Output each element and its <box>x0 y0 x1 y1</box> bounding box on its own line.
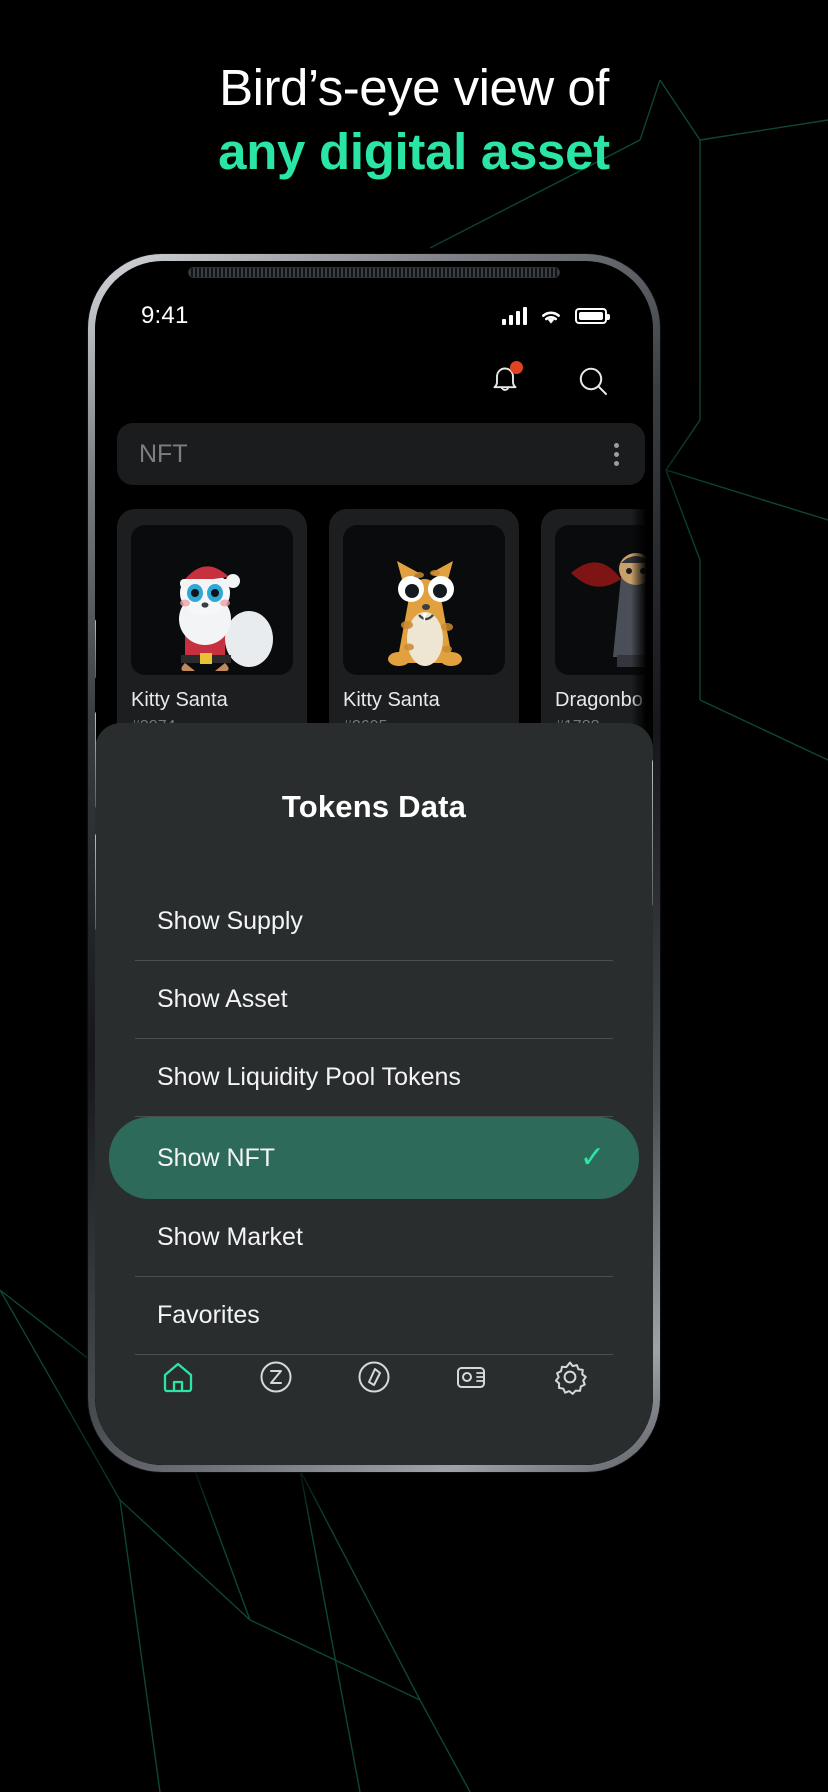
wifi-icon <box>542 310 560 324</box>
menu-row: Show Market <box>95 1199 653 1277</box>
menu-item-show-liquidity-pool-tokens[interactable]: Show Liquidity Pool Tokens <box>95 1039 653 1116</box>
notifications-button[interactable] <box>485 361 525 401</box>
nft-card-title: Kitty Santa <box>343 689 440 711</box>
swap-icon <box>260 1361 292 1393</box>
phone-screen: 9:41 NFT Kitty Santa Kitty Santa Dragonb… <box>95 261 653 1465</box>
santa-cat-art <box>131 525 293 675</box>
tab-wallet[interactable] <box>446 1351 498 1403</box>
top-action-bar <box>485 361 613 401</box>
menu-row: Show Asset <box>95 961 653 1039</box>
tab-home[interactable] <box>152 1351 204 1403</box>
menu-item-favorites[interactable]: Favorites <box>95 1277 653 1354</box>
headline-line-2: any digital asset <box>218 123 610 181</box>
tabby-cat-art <box>343 525 505 675</box>
tokens-data-menu[interactable]: Show Supply Show Asset Show Liquidity Po… <box>95 883 653 1355</box>
sheet-title: Tokens Data <box>281 789 467 824</box>
menu-item-label: Show NFT <box>157 1143 276 1172</box>
app-screenshot: Bird’s-eye view of any digital asset 9:4… <box>0 0 828 1792</box>
battery-icon <box>575 308 610 324</box>
search-input[interactable]: NFT <box>139 440 188 469</box>
menu-item-label: Favorites <box>157 1301 260 1329</box>
headline-line-1: Bird’s-eye view of <box>219 59 609 116</box>
tab-swap[interactable] <box>250 1351 302 1403</box>
bottom-tab-bar[interactable] <box>95 1351 653 1403</box>
tab-settings[interactable] <box>544 1351 596 1403</box>
search-button[interactable] <box>573 361 613 401</box>
menu-item-show-supply[interactable]: Show Supply <box>95 883 653 960</box>
search-icon <box>579 367 607 395</box>
hero-headline: Bird’s-eye view of any digital asset <box>0 58 828 182</box>
menu-item-label: Show Liquidity Pool Tokens <box>157 1063 461 1091</box>
menu-item-show-market[interactable]: Show Market <box>95 1199 653 1276</box>
menu-row: Show Liquidity Pool Tokens <box>95 1039 653 1117</box>
settings-icon <box>554 1361 587 1395</box>
phone-mockup: 9:41 NFT Kitty Santa Kitty Santa Dragonb… <box>88 254 660 1472</box>
status-bar: 9:41 <box>95 299 653 333</box>
nft-card-title: Kitty Santa <box>131 689 228 711</box>
tokens-data-sheet: Tokens Data Show Supply Show Asset Show … <box>95 723 653 1465</box>
home-icon <box>163 1362 193 1393</box>
phone-volume-down-button <box>95 833 96 931</box>
phone-power-button <box>652 759 653 907</box>
phone-mute-switch <box>95 619 96 679</box>
status-bar-time: 9:41 <box>141 302 189 329</box>
phone-volume-up-button <box>95 711 96 809</box>
nft-card-list[interactable]: Kitty Santa #3874 <box>117 509 653 754</box>
wallet-icon <box>457 1367 485 1388</box>
tab-explore[interactable] <box>348 1351 400 1403</box>
notification-badge <box>510 361 523 374</box>
signal-bars-icon <box>502 307 527 325</box>
nft-card[interactable]: Kitty Santa #2695 <box>329 509 519 754</box>
menu-item-show-nft[interactable]: Show NFT ✓ <box>109 1117 639 1199</box>
kebab-menu-icon[interactable] <box>610 439 623 470</box>
search-input-bar[interactable]: NFT <box>117 423 645 485</box>
menu-row: Favorites <box>95 1277 653 1355</box>
menu-row: Show Supply <box>95 883 653 961</box>
menu-item-label: Show Supply <box>157 907 303 935</box>
explore-icon <box>358 1361 390 1393</box>
menu-item-show-asset[interactable]: Show Asset <box>95 961 653 1038</box>
menu-row: Show NFT ✓ <box>95 1117 653 1199</box>
check-icon: ✓ <box>579 1141 605 1174</box>
menu-item-label: Show Asset <box>157 985 288 1013</box>
nft-card[interactable]: Kitty Santa #3874 <box>117 509 307 754</box>
menu-item-label: Show Market <box>157 1223 303 1251</box>
phone-earpiece-speaker <box>188 267 560 278</box>
